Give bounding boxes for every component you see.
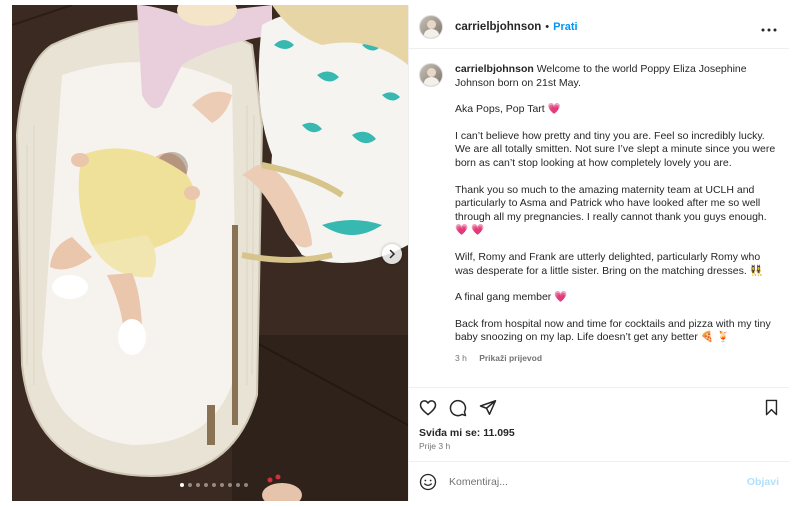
more-options-button[interactable] bbox=[761, 19, 777, 35]
caption-line: Thank you so much to the amazing materni… bbox=[455, 183, 767, 237]
caption-line: Aka Pops, Pop Tart 💗 bbox=[455, 103, 561, 116]
caption-username[interactable]: carrielbjohnson bbox=[455, 63, 534, 75]
emoji-icon bbox=[419, 473, 437, 490]
carousel-dot bbox=[180, 483, 184, 487]
caption-line: Back from hospital now and time for cock… bbox=[455, 317, 771, 344]
caption-meta: 3 h Prikaži prijevod bbox=[455, 352, 777, 366]
caption-line: A final gang member 💗 bbox=[455, 291, 568, 304]
save-button[interactable] bbox=[764, 399, 779, 416]
post-side-panel: carrielbjohnson • Prati carrielbjohnson … bbox=[408, 5, 789, 501]
carousel-next-button[interactable] bbox=[382, 244, 402, 264]
carousel-dots bbox=[180, 483, 248, 487]
caption-age: 3 h bbox=[455, 352, 467, 363]
more-icon bbox=[761, 28, 777, 31]
emoji-button[interactable] bbox=[419, 473, 437, 491]
comment-button[interactable] bbox=[449, 399, 467, 417]
post: carrielbjohnson • Prati carrielbjohnson … bbox=[12, 5, 789, 501]
carousel-dot bbox=[244, 483, 248, 487]
post-comment-button[interactable]: Objavi bbox=[747, 476, 779, 488]
carousel-dot bbox=[188, 483, 192, 487]
photo-illustration bbox=[12, 5, 408, 501]
header-username[interactable]: carrielbjohnson bbox=[455, 21, 541, 33]
heart-icon bbox=[419, 400, 437, 416]
like-button[interactable] bbox=[419, 399, 437, 416]
carousel-dot bbox=[220, 483, 224, 487]
comment-icon bbox=[449, 399, 467, 416]
share-button[interactable] bbox=[479, 399, 497, 416]
post-header: carrielbjohnson • Prati bbox=[409, 5, 789, 49]
caption-line: I can’t believe how pretty and tiny you … bbox=[455, 129, 776, 169]
chevron-right-icon bbox=[389, 249, 396, 259]
carousel-dot bbox=[236, 483, 240, 487]
comment-bar: Objavi bbox=[409, 461, 789, 501]
carousel-dot bbox=[204, 483, 208, 487]
bookmark-icon bbox=[765, 399, 778, 416]
comment-input[interactable] bbox=[449, 475, 747, 488]
carousel-dot bbox=[228, 483, 232, 487]
action-bar bbox=[409, 387, 789, 427]
header-separator: • bbox=[545, 20, 550, 33]
caption-area: carrielbjohnson Welcome to the world Pop… bbox=[409, 49, 789, 387]
post-photo[interactable] bbox=[12, 5, 408, 501]
likes-count[interactable]: Sviđa mi se: 11.095 bbox=[409, 427, 789, 439]
caption: carrielbjohnson Welcome to the world Pop… bbox=[455, 63, 777, 387]
caption-line: Wilf, Romy and Frank are utterly delight… bbox=[455, 250, 763, 277]
translate-link[interactable]: Prikaži prijevod bbox=[479, 353, 542, 363]
post-timestamp: Prije 3 h bbox=[419, 441, 451, 451]
caption-avatar[interactable] bbox=[419, 63, 443, 87]
carousel-dot bbox=[212, 483, 216, 487]
avatar[interactable] bbox=[419, 14, 443, 39]
carousel-dot bbox=[196, 483, 200, 487]
follow-button[interactable]: Prati bbox=[553, 21, 577, 33]
share-icon bbox=[479, 400, 497, 415]
